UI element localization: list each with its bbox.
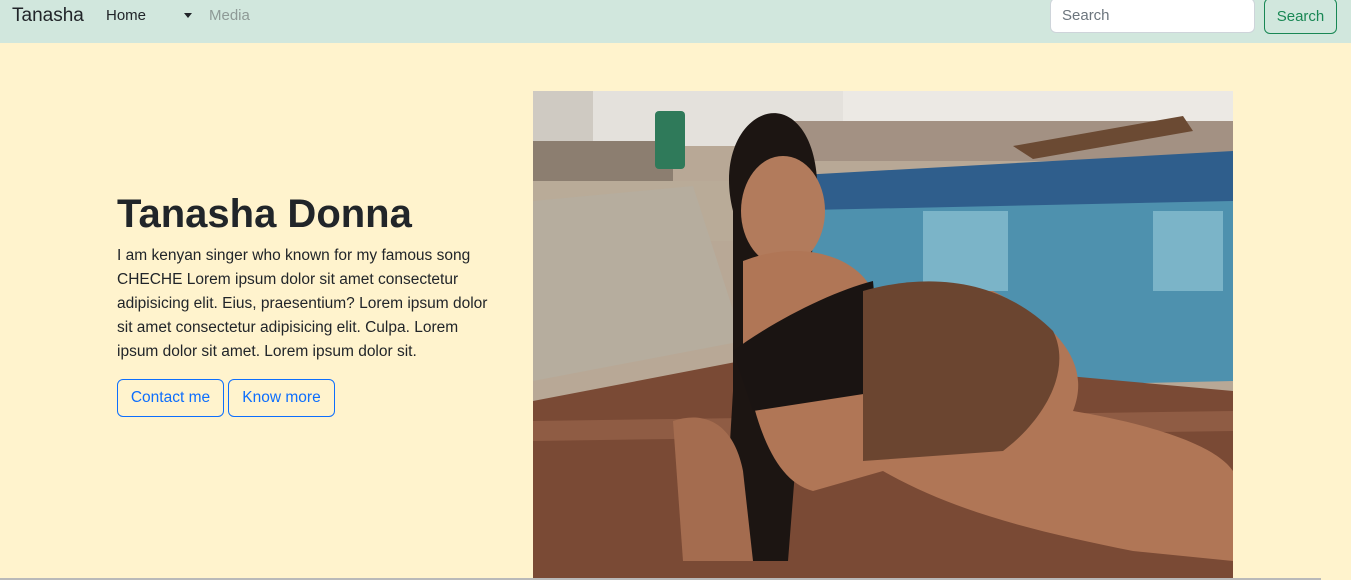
nav-link-home[interactable]: Home <box>106 7 146 24</box>
navbar-brand[interactable]: Tanasha <box>12 5 84 27</box>
contact-me-button[interactable]: Contact me <box>117 379 224 417</box>
search-button[interactable]: Search <box>1264 0 1337 34</box>
nav-link-media[interactable]: Media <box>209 7 250 24</box>
dropdown-caret-icon[interactable] <box>184 13 192 18</box>
hero-description: I am kenyan singer who known for my famo… <box>117 247 488 360</box>
navbar: Tanasha Home Media Search <box>0 0 1351 43</box>
hero-photo <box>533 91 1233 578</box>
search-input[interactable] <box>1050 0 1255 33</box>
hero-title: Tanasha Donna <box>117 192 412 236</box>
know-more-button[interactable]: Know more <box>228 379 335 417</box>
